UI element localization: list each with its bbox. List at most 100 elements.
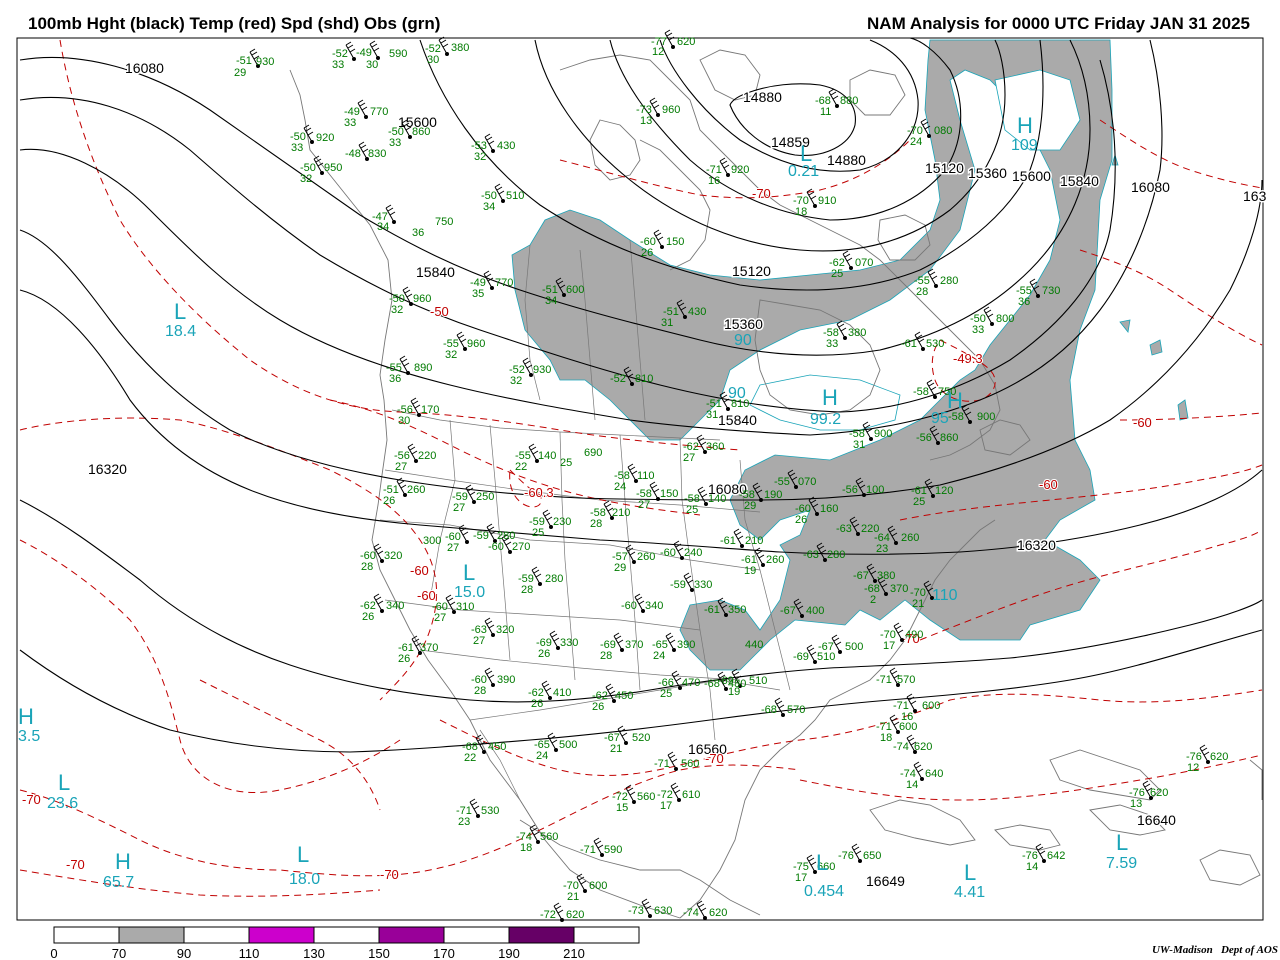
station-obs-value: 140 xyxy=(538,450,556,462)
station-obs-value: 12 xyxy=(1187,762,1199,774)
pressure-center-symbol: H xyxy=(947,388,963,413)
station-obs-value: 620 xyxy=(1150,787,1168,799)
height-label: 15840 xyxy=(1060,173,1099,189)
temperature-label: -70 xyxy=(22,792,41,807)
station-obs-value: 36 xyxy=(389,373,401,385)
temperature-label: -49.3 xyxy=(953,351,983,366)
station-obs-value: 520 xyxy=(632,732,650,744)
station-obs-value: 31 xyxy=(706,409,718,421)
upper-air-map: 1608015600158401632014880148591488015120… xyxy=(16,29,1268,960)
station-obs-value: 620 xyxy=(677,36,695,48)
station-obs-value: 960 xyxy=(413,293,431,305)
station-obs-value: 27 xyxy=(434,612,446,624)
station-obs-value: -59 xyxy=(473,530,489,542)
station-obs-value: 530 xyxy=(481,805,499,817)
station-obs-value: 880 xyxy=(840,95,858,107)
station-obs-value: 25 xyxy=(913,496,925,508)
station-obs-value: 27 xyxy=(473,635,485,647)
station-obs-value: 600 xyxy=(589,880,607,892)
station-obs-value: 31 xyxy=(853,439,865,451)
colorbar-tick-label: 170 xyxy=(433,946,455,960)
station-obs-value: 070 xyxy=(798,476,816,488)
station-obs-value: 26 xyxy=(641,247,653,259)
station-obs-value: 26 xyxy=(362,611,374,623)
station-obs-value: 27 xyxy=(638,499,650,511)
station-obs-value: 34 xyxy=(483,201,495,213)
pressure-center-symbol: H xyxy=(115,849,131,874)
station-obs-value: -56 xyxy=(842,484,858,496)
station-obs-value: 28 xyxy=(600,650,612,662)
station-obs-value: 36 xyxy=(412,227,424,239)
station-obs-value: 33 xyxy=(344,117,356,129)
colorbar-tick-label: 90 xyxy=(177,946,191,960)
height-label: 16080 xyxy=(1131,179,1170,195)
station-obs-value: 510 xyxy=(817,651,835,663)
station-obs-value: 12 xyxy=(652,46,664,58)
station-obs-value: 830 xyxy=(368,148,386,160)
station-obs-value: 25 xyxy=(660,688,672,700)
station-obs-value: 500 xyxy=(559,739,577,751)
station-obs-value: 18 xyxy=(520,842,532,854)
station-obs-value: 910 xyxy=(818,195,836,207)
station-obs-value: 25 xyxy=(831,268,843,280)
station-obs-value: -69 xyxy=(793,651,809,663)
station-obs-value: -72 xyxy=(540,909,556,921)
pressure-center-value: 110 xyxy=(932,587,958,604)
station-obs-value: 330 xyxy=(560,637,578,649)
station-obs-value: 750 xyxy=(435,216,453,228)
station-obs-value: 26 xyxy=(592,701,604,713)
station-obs-value: 19 xyxy=(744,565,756,577)
pressure-center-symbol: L xyxy=(463,560,475,585)
station-obs-value: 600 xyxy=(899,721,917,733)
station-obs-value: 280 xyxy=(940,275,958,287)
pressure-center-symbol: H xyxy=(822,385,838,410)
station-obs-value: -60 xyxy=(621,600,637,612)
station-obs-value: 250 xyxy=(476,491,494,503)
station-obs-value: 29 xyxy=(234,67,246,79)
station-obs-value: 900 xyxy=(977,411,995,423)
pressure-center-value: 95 xyxy=(931,410,949,427)
station-obs-value: 960 xyxy=(662,104,680,116)
station-obs-value: 560 xyxy=(540,831,558,843)
pressure-center-value: 3.5 xyxy=(18,728,40,745)
station-obs-value: -61 xyxy=(901,338,917,350)
station-obs-value: 370 xyxy=(420,642,438,654)
station-obs-value: 150 xyxy=(666,236,684,248)
pressure-center-value: 0.454 xyxy=(804,883,844,900)
station-obs-value: 33 xyxy=(972,324,984,336)
station-obs-value: 510 xyxy=(749,675,767,687)
station-obs-value: 26 xyxy=(531,698,543,710)
station-obs-value: 13 xyxy=(640,115,652,127)
station-obs-value: -60 xyxy=(488,541,504,553)
station-obs-value: 18 xyxy=(880,732,892,744)
station-obs-value: 570 xyxy=(897,674,915,686)
station-obs-value: 800 xyxy=(996,313,1014,325)
pressure-center-symbol: L xyxy=(964,860,976,885)
station-obs-value: 15 xyxy=(616,802,628,814)
station-obs-value: 770 xyxy=(370,106,388,118)
station-obs-value: 32 xyxy=(300,173,312,185)
station-obs-value: -61 xyxy=(720,535,736,547)
station-obs-value: 22 xyxy=(464,752,476,764)
station-obs-value: -59 xyxy=(670,579,686,591)
pressure-center-value: 15.0 xyxy=(454,584,485,601)
station-obs-value: 380 xyxy=(451,42,469,54)
height-label: 15840 xyxy=(718,412,757,428)
station-obs-value: 620 xyxy=(914,741,932,753)
station-obs-value: -71 xyxy=(654,758,670,770)
station-obs-value: 370 xyxy=(890,583,908,595)
station-obs-value: -51 xyxy=(236,55,252,67)
pressure-center-value: 0.21 xyxy=(788,163,819,180)
station-obs-value: 510 xyxy=(506,190,524,202)
station-obs-value: 480 xyxy=(728,678,746,690)
station-obs-value: 26 xyxy=(538,648,550,660)
station-obs-value: 29 xyxy=(744,500,756,512)
pressure-center-value: 7.59 xyxy=(1106,855,1137,872)
pressure-center-value: 23.6 xyxy=(47,795,78,812)
station-obs-value: 810 xyxy=(635,373,653,385)
station-obs-value: -73 xyxy=(628,905,644,917)
station-obs-value: 32 xyxy=(474,151,486,163)
temperature-label: -70 xyxy=(705,751,724,766)
station-obs-value: 930 xyxy=(256,56,274,68)
station-obs-value: -68 xyxy=(704,678,720,690)
